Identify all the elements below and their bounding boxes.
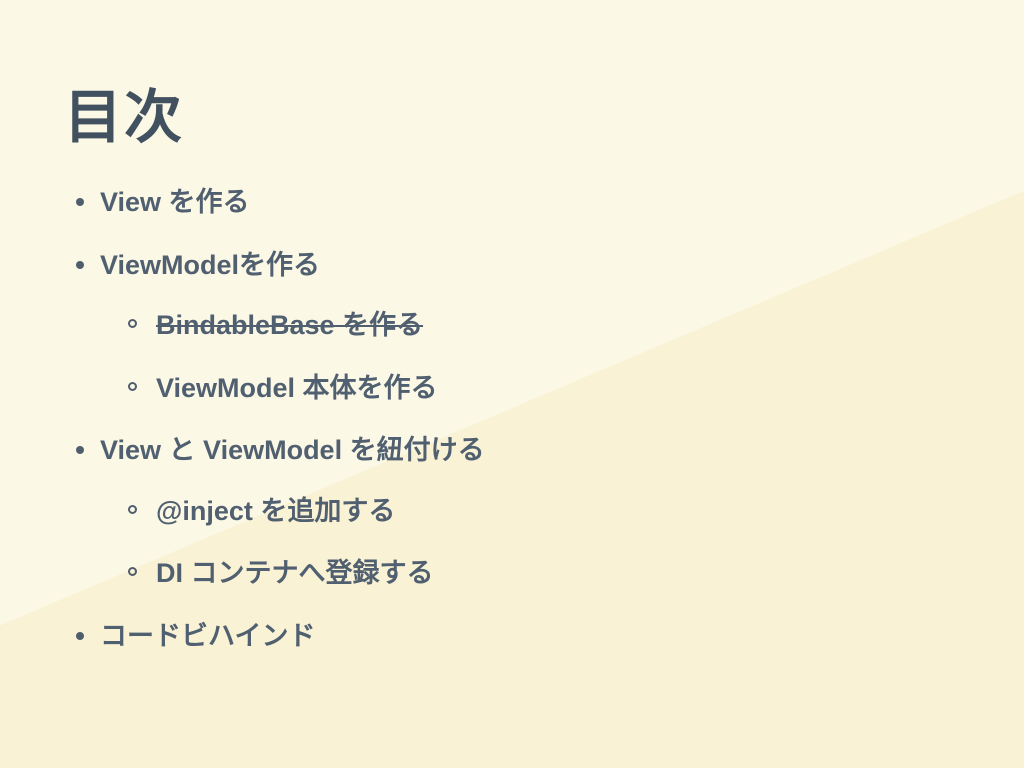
list-item: BindableBase を作る [120,305,960,346]
list-item: コードビハインド [64,616,960,657]
item-text: BindableBase を作る [156,310,423,340]
item-text: DI コンテナへ登録する [156,558,434,588]
page-title: 目次 [64,70,960,154]
sub-list: @inject を追加する DI コンテナへ登録する [100,491,960,594]
item-text: View と ViewModel を紐付ける [100,435,485,465]
item-text: ViewModelを作る [100,250,320,280]
list-item: View と ViewModel を紐付ける @inject を追加する DI … [64,430,960,594]
list-item: DI コンテナへ登録する [120,553,960,594]
item-text: @inject を追加する [156,496,395,526]
sub-list: BindableBase を作る ViewModel 本体を作る [100,305,960,408]
item-text: View を作る [100,187,250,217]
item-text: ViewModel 本体を作る [156,373,438,403]
item-text: コードビハインド [100,621,315,651]
toc-list: View を作る ViewModelを作る BindableBase を作る V… [64,182,960,656]
list-item: View を作る [64,182,960,223]
list-item: ViewModelを作る BindableBase を作る ViewModel … [64,245,960,409]
list-item: @inject を追加する [120,491,960,532]
list-item: ViewModel 本体を作る [120,368,960,409]
